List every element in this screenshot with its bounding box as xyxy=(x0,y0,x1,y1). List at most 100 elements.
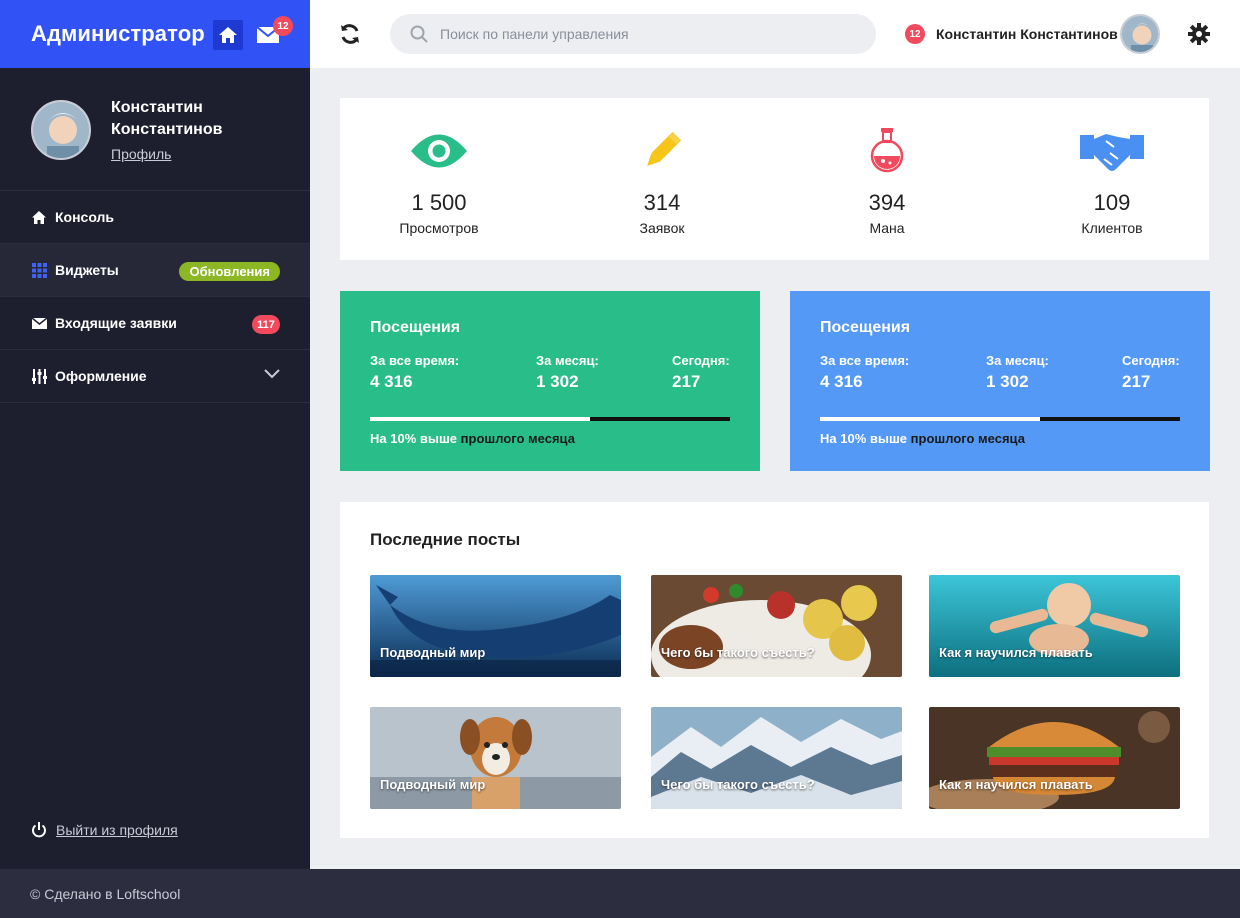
visits-progress-bar xyxy=(370,417,730,421)
month-label: За месяц: xyxy=(986,353,1049,368)
pencil-icon xyxy=(647,131,682,166)
home-icon xyxy=(31,209,47,225)
sidebar-item-label: Консоль xyxy=(55,209,115,225)
home-icon xyxy=(219,27,237,43)
post-title: Как я научился плавать xyxy=(939,777,1093,792)
footer: © Сделано в Loftschool xyxy=(0,869,1240,918)
inbox-count-badge: 117 xyxy=(252,315,280,334)
stat-label: Мана xyxy=(869,220,905,236)
today-value: 217 xyxy=(672,372,701,391)
all-time-label: За все время: xyxy=(820,353,910,368)
stat-value: 1 500 xyxy=(411,190,467,215)
sidebar: Константин Константинов Профиль Консоль … xyxy=(0,68,310,869)
search-box xyxy=(390,14,876,54)
visits-note: На 10% выше прошлого месяца xyxy=(370,431,575,446)
mountains-image xyxy=(651,707,902,809)
post-card[interactable]: Чего бы такого съесть? xyxy=(651,707,902,809)
sidebar-item-label: Виджеты xyxy=(55,262,119,278)
visits-progress-fill xyxy=(370,417,590,421)
updates-badge: Обновления xyxy=(179,262,280,281)
visits-progress-bar xyxy=(820,417,1180,421)
header-user-name[interactable]: Константин Константинов xyxy=(936,26,1118,42)
post-card[interactable]: Подводный мир xyxy=(370,707,621,809)
handshake-icon xyxy=(1080,134,1144,171)
sidebar-item-appearance[interactable]: Оформление xyxy=(0,350,310,403)
logout-link[interactable]: Выйти из профиля xyxy=(31,822,178,838)
brand-title: Администратор xyxy=(31,21,205,46)
visits-note-a: На 10% выше xyxy=(820,431,908,446)
post-card[interactable]: Как я научился плавать xyxy=(929,707,1180,809)
all-time-label: За все время: xyxy=(370,353,460,368)
chevron-down-icon[interactable] xyxy=(264,369,280,379)
home-button[interactable] xyxy=(213,20,243,50)
visits-progress-fill xyxy=(820,417,1040,421)
visits-title: Посещения xyxy=(820,319,911,336)
logout-label[interactable]: Выйти из профиля xyxy=(56,822,178,838)
profile-link[interactable]: Профиль xyxy=(111,146,171,162)
stat-label: Клиентов xyxy=(1081,220,1143,236)
search-input[interactable] xyxy=(440,26,860,42)
header-avatar[interactable] xyxy=(1120,14,1160,54)
posts-title: Последние посты xyxy=(370,530,521,549)
swimming-baby-image xyxy=(929,575,1180,677)
stat-views: 1 500 Просмотров xyxy=(340,128,538,236)
mail-button[interactable]: 12 xyxy=(257,16,293,46)
visits-note-b: прошлого месяца xyxy=(460,431,575,446)
sidebar-profile: Константин Константинов Профиль xyxy=(0,68,310,191)
eye-icon xyxy=(411,134,467,168)
today-label: Сегодня: xyxy=(672,353,730,368)
post-title: Подводный мир xyxy=(380,645,486,660)
latest-posts-panel: Последние посты Подводный мир Чего бы та… xyxy=(340,502,1209,838)
all-time-value: 4 316 xyxy=(820,372,863,391)
post-title: Как я научился плавать xyxy=(939,645,1093,660)
gear-icon[interactable] xyxy=(1188,23,1210,45)
visits-note-a: На 10% выше xyxy=(370,431,458,446)
month-label: За месяц: xyxy=(536,353,599,368)
burger-image xyxy=(929,707,1180,809)
profile-name: Константин Константинов xyxy=(111,99,223,138)
stats-panel: 1 500 Просмотров 314 Заявок 394 Мана 109… xyxy=(340,98,1209,260)
visits-note: На 10% выше прошлого месяца xyxy=(820,431,1025,446)
month-value: 1 302 xyxy=(986,372,1029,391)
sidebar-item-widgets[interactable]: Виджеты Обновления xyxy=(0,244,310,297)
notification-badge[interactable]: 12 xyxy=(905,24,925,44)
today-value: 217 xyxy=(1122,372,1151,391)
stat-requests: 314 Заявок xyxy=(562,128,762,236)
grid-icon xyxy=(31,262,47,278)
post-title: Чего бы такого съесть? xyxy=(661,645,815,660)
food-plate-image xyxy=(651,575,902,677)
visits-note-b: прошлого месяца xyxy=(910,431,1025,446)
post-card[interactable]: Подводный мир xyxy=(370,575,621,677)
stat-value: 314 xyxy=(643,190,681,215)
potion-icon xyxy=(870,128,904,173)
visits-card-blue: Посещения За все время: 4 316 За месяц: … xyxy=(790,291,1210,471)
stat-value: 109 xyxy=(1093,190,1131,215)
power-icon xyxy=(32,822,46,838)
post-card[interactable]: Чего бы такого съесть? xyxy=(651,575,902,677)
refresh-icon[interactable] xyxy=(339,23,361,45)
visits-card-green: Посещения За все время: 4 316 За месяц: … xyxy=(340,291,760,471)
search-icon xyxy=(410,25,428,43)
sidebar-item-label: Оформление xyxy=(55,368,147,384)
sidebar-item-inbox[interactable]: Входящие заявки 117 xyxy=(0,297,310,350)
post-card[interactable]: Как я научился плавать xyxy=(929,575,1180,677)
sliders-icon xyxy=(31,368,47,384)
avatar[interactable] xyxy=(31,100,91,160)
stat-label: Заявок xyxy=(639,220,685,236)
mail-count-badge: 12 xyxy=(273,16,293,36)
whale-image xyxy=(370,575,621,677)
footer-text: © Сделано в Loftschool xyxy=(30,885,181,902)
month-value: 1 302 xyxy=(536,372,579,391)
post-title: Подводный мир xyxy=(380,777,486,792)
mail-icon xyxy=(31,315,47,331)
brand-bar: Администратор 12 xyxy=(0,0,310,68)
visits-title: Посещения xyxy=(370,319,461,336)
stat-label: Просмотров xyxy=(399,220,479,236)
sidebar-item-console[interactable]: Консоль xyxy=(0,191,310,244)
stat-mana: 394 Мана xyxy=(787,128,987,236)
today-label: Сегодня: xyxy=(1122,353,1180,368)
all-time-value: 4 316 xyxy=(370,372,413,391)
top-header: 12 Константин Константинов xyxy=(310,0,1240,68)
post-title: Чего бы такого съесть? xyxy=(661,777,815,792)
puppy-image xyxy=(370,707,621,809)
